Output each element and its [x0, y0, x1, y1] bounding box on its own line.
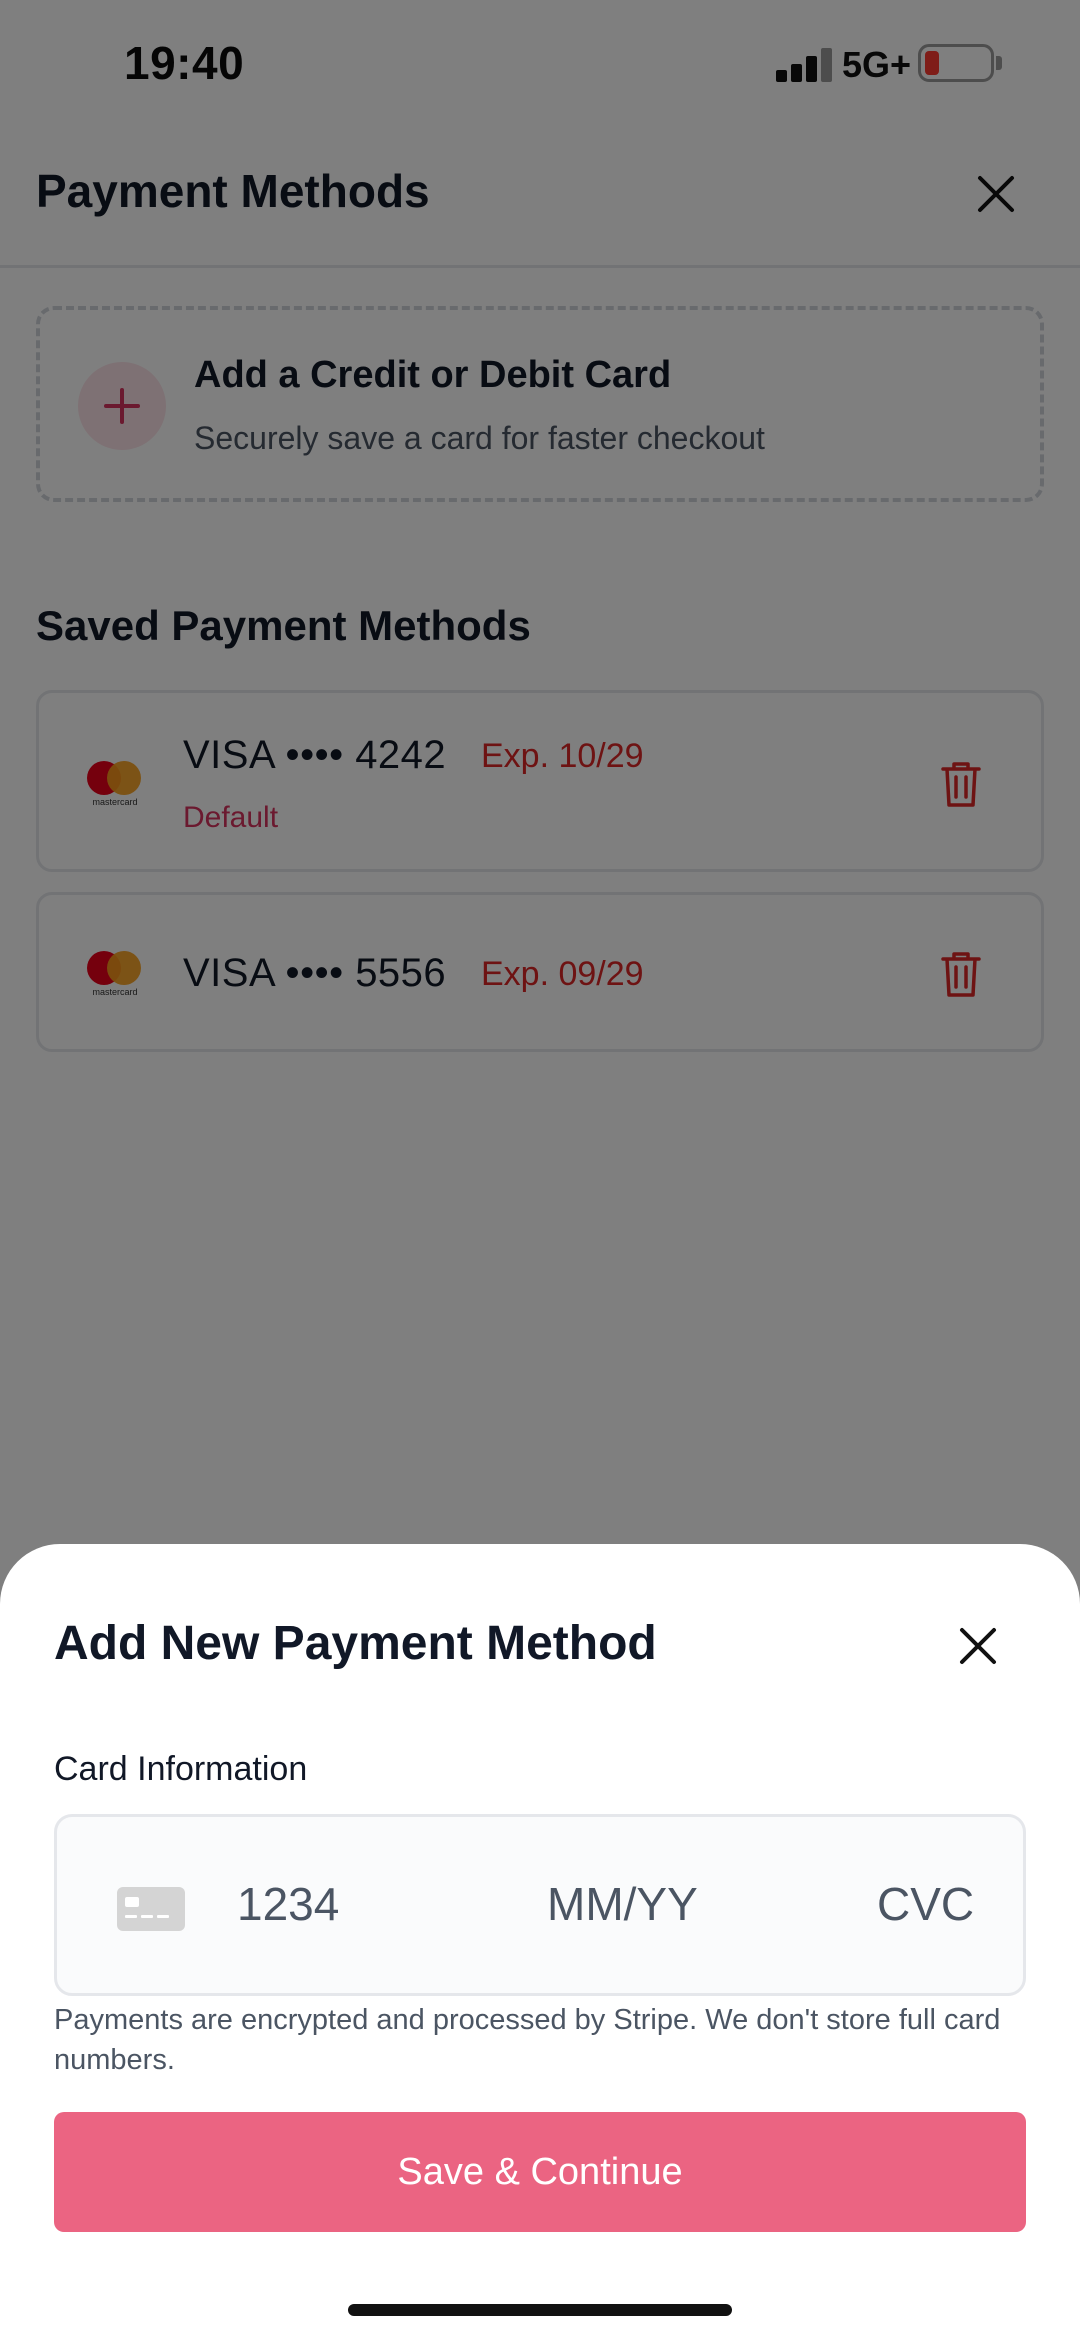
card-info-field[interactable]	[54, 1814, 1026, 1996]
cvc-input[interactable]	[877, 1877, 987, 1931]
close-icon[interactable]	[952, 1620, 1004, 1672]
expiry-input[interactable]	[547, 1877, 747, 1931]
card-info-label: Card Information	[54, 1750, 308, 1788]
card-number-input[interactable]	[237, 1877, 457, 1931]
home-indicator	[348, 2304, 732, 2316]
add-payment-sheet: Add New Payment Method Card Information …	[0, 1544, 1080, 2337]
save-continue-button[interactable]: Save & Continue	[54, 2112, 1026, 2232]
credit-card-icon	[117, 1887, 185, 1931]
sheet-title: Add New Payment Method	[54, 1617, 657, 1670]
security-note: Payments are encrypted and processed by …	[54, 2004, 1001, 2076]
